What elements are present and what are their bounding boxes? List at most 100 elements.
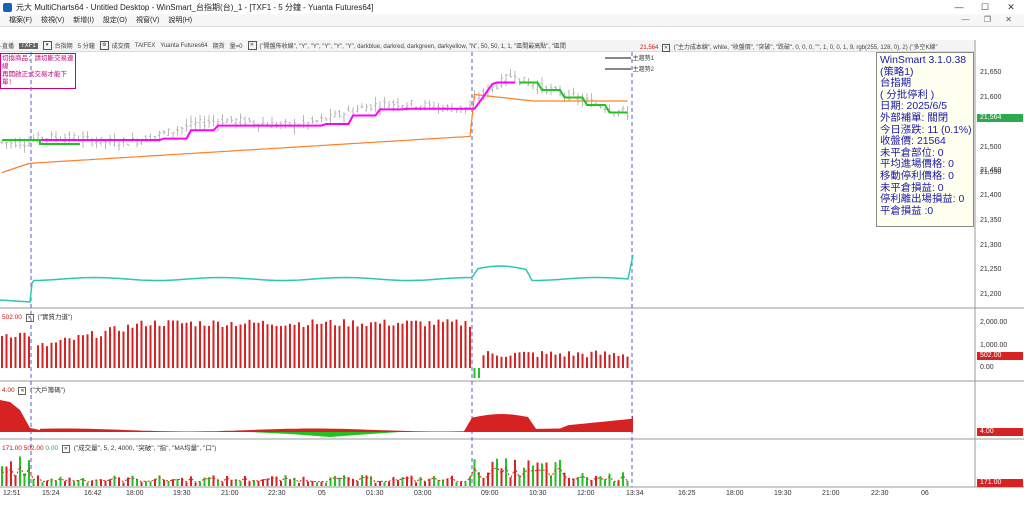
power-bar — [158, 325, 161, 368]
volume-bar — [109, 479, 111, 486]
info-close: 收盤價: 21564 — [880, 136, 946, 148]
pane3-title: ("大戶籌碼") — [30, 387, 66, 394]
info-trailing: 移動停利價格: 0 — [880, 170, 954, 182]
volume-bar — [86, 482, 89, 486]
power-bar — [379, 323, 381, 368]
power-bar — [343, 319, 345, 368]
volume-bar — [460, 481, 462, 486]
volume-bar — [41, 482, 44, 486]
big-player-area[interactable] — [0, 400, 633, 437]
power-bar — [370, 322, 372, 368]
power-bar — [604, 351, 606, 368]
time-label: 12:00 — [577, 490, 595, 497]
power-bar — [104, 330, 107, 368]
pane2-close-icon[interactable]: ✕ — [25, 314, 34, 322]
power-bar — [541, 351, 543, 368]
power-bar — [347, 326, 350, 368]
power-bar — [469, 326, 471, 368]
volume-bar — [185, 482, 188, 486]
power-bar — [316, 324, 318, 368]
power-bar — [352, 320, 354, 368]
power-bar — [226, 325, 228, 368]
power-bar — [608, 354, 611, 368]
power-bar — [203, 325, 206, 368]
power-bar — [82, 335, 84, 368]
volume-bar — [455, 482, 458, 486]
volume-bar — [158, 475, 161, 486]
power-bar — [455, 319, 458, 368]
volume-bar — [226, 476, 228, 486]
power-bar — [41, 343, 44, 368]
pane4-header: 171.00 502.00 0.00 ✕ ("成交量", 5, 2, 4000,… — [2, 442, 216, 453]
power-bar — [37, 345, 39, 368]
power-bar — [221, 326, 224, 368]
volume-bar — [172, 479, 174, 486]
power-bar — [59, 339, 62, 368]
pane2-axis-label: 2,000.00 — [980, 319, 1008, 326]
time-label: 18:00 — [126, 490, 144, 497]
volume-bar — [545, 462, 548, 486]
power-bar — [248, 319, 251, 368]
power-bar — [410, 320, 413, 368]
time-label: 06 — [921, 490, 929, 497]
pane4-close-icon[interactable]: ✕ — [61, 445, 70, 453]
power-histogram[interactable] — [1, 319, 629, 378]
pane2-tag: 502.00 — [977, 352, 1023, 360]
power-bar — [100, 336, 102, 368]
power-bar — [374, 321, 377, 368]
power-bar — [176, 320, 179, 368]
volume-bar — [149, 481, 152, 486]
power-bar — [280, 326, 282, 368]
time-label: 21:00 — [221, 490, 239, 497]
volume-bar — [410, 475, 413, 486]
volume-bar — [487, 472, 489, 486]
volume-bar — [622, 472, 624, 486]
strategy-info-box[interactable]: WinSmart 3.1.0.38 (策略1) 台指期 ( 分批停利 ) 日期:… — [876, 52, 974, 227]
price-label: 21,600 — [980, 94, 1002, 101]
price-label: 21,400 — [980, 192, 1002, 199]
power-bar — [586, 357, 588, 368]
volume-bar — [325, 482, 327, 486]
pane3-close-icon[interactable]: ✕ — [18, 387, 27, 395]
info-date: 日期: 2025/6/5 — [880, 101, 948, 113]
power-bar — [523, 351, 525, 368]
power-bar — [64, 337, 66, 368]
power-bar — [19, 332, 21, 368]
volume-bar — [613, 481, 615, 486]
volume-bar — [203, 477, 206, 486]
time-label: 19:30 — [173, 490, 191, 497]
price-label: 21,350 — [980, 217, 1002, 224]
power-bar — [46, 346, 48, 368]
power-bar — [131, 327, 134, 368]
power-bar — [325, 321, 327, 368]
info-symbol: 台指期 — [880, 78, 912, 90]
power-bar — [577, 352, 579, 368]
power-bar — [482, 355, 485, 368]
volume-bar — [190, 476, 192, 486]
power-bar — [86, 334, 89, 368]
power-bar — [622, 354, 624, 368]
volume-bar — [1, 466, 3, 486]
power-bar — [262, 320, 264, 368]
pane4-value1: 171.00 — [2, 445, 22, 452]
power-bar — [532, 352, 534, 368]
power-bar — [590, 351, 593, 368]
power-bar — [568, 351, 570, 368]
volume-bar — [167, 481, 170, 486]
power-bar — [289, 323, 291, 368]
power-bar — [383, 319, 386, 368]
pane2-axis-label: 1,000.00 — [980, 342, 1008, 349]
power-bar — [298, 322, 300, 368]
power-bar — [311, 319, 314, 368]
power-bar — [545, 353, 548, 368]
pane2-value: 502.00 — [2, 314, 22, 321]
power-bar — [113, 326, 116, 368]
power-bar — [527, 352, 530, 368]
power-bar — [122, 331, 125, 368]
power-bar — [437, 319, 440, 368]
volume-bar — [73, 481, 75, 486]
chart-canvas[interactable] — [0, 0, 1024, 510]
power-bar — [271, 324, 273, 368]
power-bar — [478, 368, 480, 378]
volume-bar — [608, 473, 611, 486]
